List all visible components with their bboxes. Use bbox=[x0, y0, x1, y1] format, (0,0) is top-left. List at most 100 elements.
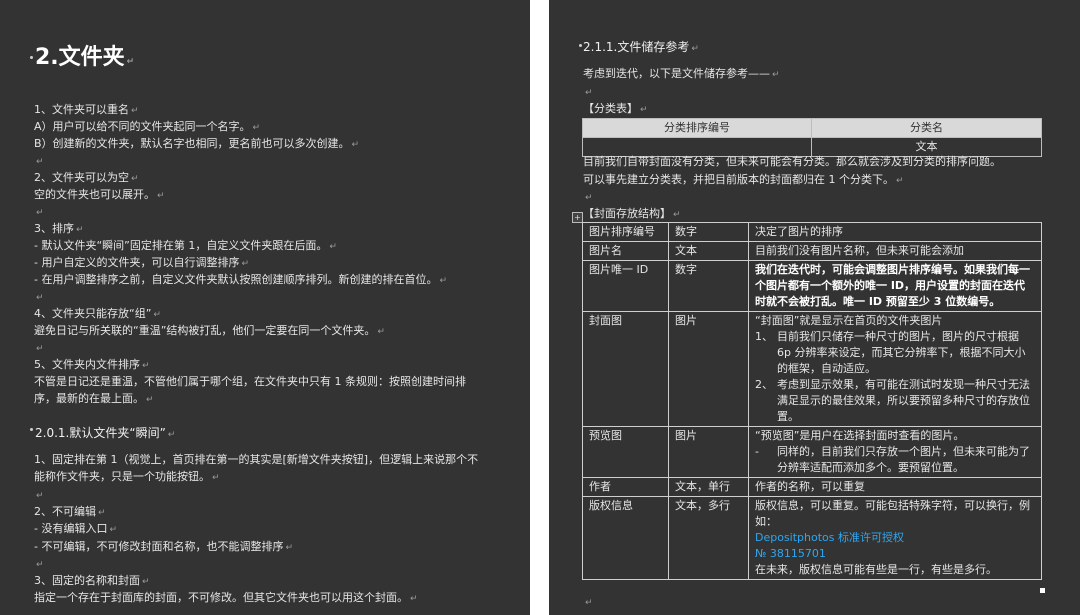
paragraph-mark-icon: ↵ bbox=[153, 310, 161, 320]
body-line[interactable]: 2、不可编辑 ↵ bbox=[34, 504, 106, 521]
list-item: 1、 目前我们只储存一种尺寸的图片，图片的尺寸根据 6p 分辨率来设定，而其它分辨… bbox=[755, 330, 1026, 375]
paragraph-mark-icon: ↵ bbox=[36, 344, 44, 354]
bold-description: 我们在迭代时，可能会调整图片排序编号。如果我们每一个图片都有一个额外的唯一 ID… bbox=[755, 263, 1030, 308]
paragraph-mark-icon: ↵ bbox=[76, 225, 84, 235]
field-type-cell[interactable]: 文本，多行 bbox=[668, 496, 749, 580]
paragraph-mark-icon: ↵ bbox=[285, 542, 294, 553]
body-line[interactable]: B）创建新的文件夹，默认名字也相同，更名前也可以多次创建。 ↵ bbox=[34, 136, 359, 153]
table-row: 图片排序编号 数字 决定了图片的排序 bbox=[582, 222, 1042, 242]
field-type-cell[interactable]: 文本，单行 bbox=[668, 477, 749, 497]
field-type-cell[interactable]: 图片 bbox=[668, 311, 749, 427]
paragraph-mark-icon: ↵ bbox=[36, 559, 44, 570]
body-line[interactable]: 序，最新的在最上面。 ↵ bbox=[34, 391, 154, 408]
body-line[interactable]: 2、文件夹可以为空 ↵ bbox=[34, 170, 139, 187]
body-line[interactable]: A）用户可以给不同的文件夹起同一个名字。 ↵ bbox=[34, 119, 260, 136]
paragraph-mark-icon: ↵ bbox=[410, 594, 418, 605]
field-name-cell[interactable]: 预览图 bbox=[582, 426, 669, 478]
heading-folder[interactable]: 2.文件夹 ↵ bbox=[35, 44, 134, 76]
cover-label[interactable]: 【封面存放结构】 ↵ bbox=[583, 206, 681, 223]
paragraph-mark-icon: ↵ bbox=[329, 242, 337, 252]
paragraph-mark-icon: ↵ bbox=[36, 157, 44, 167]
category-note-line[interactable]: 可以事先建立分类表，并把目前版本的封面都归在 1 个分类下。 ↵ bbox=[583, 172, 904, 189]
body-line[interactable]: - 没有编辑入口 ↵ bbox=[34, 521, 117, 538]
body-line[interactable]: 3、排序 ↵ bbox=[34, 221, 84, 238]
field-description-cell[interactable]: 决定了图片的排序 bbox=[748, 222, 1042, 242]
field-description-cell[interactable]: “封面图”就是显示在首页的文件夹图片 1、 目前我们只储存一种尺寸的图片，图片的尺寸… bbox=[748, 311, 1042, 427]
table-row: 预览图 图片 “预览图”是用户在选择封面时查看的图片。 - 同样的，目前我们只存放一个图… bbox=[582, 426, 1042, 478]
empty-paragraph[interactable]: ↵ bbox=[34, 556, 44, 573]
field-name-cell[interactable]: 图片排序编号 bbox=[582, 222, 669, 242]
heading-file-storage[interactable]: 2.1.1.文件储存参考 ↵ bbox=[583, 39, 699, 57]
table-resize-handle[interactable] bbox=[1040, 588, 1045, 593]
empty-paragraph[interactable]: ↵ bbox=[34, 340, 44, 357]
empty-paragraph[interactable]: ↵ bbox=[583, 594, 593, 611]
body-line[interactable]: 避免日记与所关联的“重温”结构被打乱，他们一定要在同一个文件夹。 ↵ bbox=[34, 323, 385, 340]
body-line[interactable]: 不管是日记还是重温，不管他们属于哪个组，在文件夹中只有 1 条规则：按照创建时间… bbox=[34, 374, 466, 390]
copyright-link[interactable]: Depositphotos 标准许可授权 bbox=[755, 530, 1035, 546]
field-description-cell[interactable]: “预览图”是用户在选择封面时查看的图片。 - 同样的，目前我们只存放一个图片，但未来… bbox=[748, 426, 1042, 478]
table-row: 图片唯一 ID 数字 我们在迭代时，可能会调整图片排序编号。如果我们每一个图片都有一… bbox=[582, 260, 1042, 312]
paragraph-mark-icon: ↵ bbox=[131, 106, 139, 116]
category-note-line[interactable]: 目前我们自带封面没有分类，但未来可能会有分类。那么就会涉及到分类的排序问题。 bbox=[583, 154, 1001, 170]
field-description-cell[interactable]: 我们在迭代时，可能会调整图片排序编号。如果我们每一个图片都有一个额外的唯一 ID… bbox=[748, 260, 1042, 312]
body-line[interactable]: 5、文件夹内文件排序 ↵ bbox=[34, 357, 150, 374]
field-description-cell[interactable]: 目前我们没有图片名称，但未来可能会添加 bbox=[748, 241, 1042, 261]
body-line[interactable]: - 在用户调整排序之前，自定义文件夹默认按照创建顺序排列。新创建的排在首位。 ↵ bbox=[34, 272, 447, 289]
body-line[interactable]: 空的文件夹也可以展开。 ↵ bbox=[34, 187, 165, 204]
empty-paragraph[interactable]: ↵ bbox=[583, 84, 593, 101]
body-line[interactable]: 1、固定排在第 1（视觉上，首页排在第一的其实是[新增文件夹按钮]，但逻辑上来说… bbox=[34, 452, 478, 468]
category-header-cell[interactable]: 分类名 bbox=[811, 118, 1042, 138]
empty-paragraph[interactable]: ↵ bbox=[583, 189, 593, 206]
paragraph-mark-icon: ↵ bbox=[377, 327, 385, 337]
field-description-cell[interactable]: 版权信息，可以重复。可能包括特殊字符，可以换行，例如： Depositphotos… bbox=[748, 496, 1042, 580]
body-line[interactable]: 3、固定的名称和封面 ↵ bbox=[34, 573, 150, 590]
paragraph-mark-icon: ↵ bbox=[146, 395, 154, 405]
category-header-cell[interactable]: 分类排序编号 bbox=[582, 118, 812, 138]
paragraph-mark-icon: ↵ bbox=[142, 361, 150, 371]
body-line[interactable]: - 默认文件夹“瞬间”固定排在第 1，自定义文件夹跟在后面。 ↵ bbox=[34, 238, 337, 255]
bullet-dot bbox=[30, 56, 33, 59]
body-line[interactable]: - 用户自定义的文件夹，可以自行调整排序 ↵ bbox=[34, 255, 249, 272]
empty-paragraph[interactable]: ↵ bbox=[34, 487, 44, 504]
description-text: “封面图”就是显示在首页的文件夹图片 bbox=[755, 314, 943, 327]
description-text: 作者的名称，可以重复 bbox=[755, 480, 865, 493]
field-name-cell[interactable]: 封面图 bbox=[582, 311, 669, 427]
body-line[interactable]: 指定一个存在于封面库的封面，不可修改。但其它文件夹也可以用这个封面。 ↵ bbox=[34, 590, 418, 607]
field-name-cell[interactable]: 版权信息 bbox=[582, 496, 669, 580]
empty-paragraph[interactable]: ↵ bbox=[34, 153, 44, 170]
field-type-cell[interactable]: 数字 bbox=[668, 260, 749, 312]
paragraph-mark-icon: ↵ bbox=[585, 88, 593, 98]
cover-structure-table[interactable]: 图片排序编号 数字 决定了图片的排序 图片名 文本 目前我们没有图片名称，但未来可能会添加… bbox=[582, 222, 1042, 580]
body-line[interactable]: 能称作文件夹，只是一个功能按钮。 ↵ bbox=[34, 469, 220, 486]
list-item: - 同样的，目前我们只存放一个图片，但未来可能为了分辨率适配而添加多个。要预留位置… bbox=[755, 445, 1030, 474]
paragraph-mark-icon: ↵ bbox=[772, 70, 780, 80]
empty-paragraph[interactable]: ↵ bbox=[34, 204, 44, 221]
field-type-cell[interactable]: 数字 bbox=[668, 222, 749, 242]
intro-text[interactable]: 考虑到迭代，以下是文件储存参考—— ↵ bbox=[583, 66, 780, 83]
field-name-cell[interactable]: 作者 bbox=[582, 477, 669, 497]
paragraph-mark-icon: ↵ bbox=[167, 430, 176, 440]
paragraph-mark-icon: ↵ bbox=[585, 598, 593, 608]
field-description-cell[interactable]: 作者的名称，可以重复 bbox=[748, 477, 1042, 497]
body-line[interactable]: 1、文件夹可以重名 ↵ bbox=[34, 102, 139, 119]
empty-paragraph[interactable]: ↵ bbox=[34, 289, 44, 306]
paragraph-mark-icon: ↵ bbox=[126, 57, 135, 67]
paragraph-mark-icon: ↵ bbox=[439, 276, 448, 286]
field-type-cell[interactable]: 文本 bbox=[668, 241, 749, 261]
body-line[interactable]: 4、文件夹只能存放“组” ↵ bbox=[34, 306, 161, 323]
category-table[interactable]: 分类排序编号 分类名 文本 bbox=[582, 118, 1042, 157]
paragraph-mark-icon: ↵ bbox=[252, 123, 261, 133]
field-name-cell[interactable]: 图片名 bbox=[582, 241, 669, 261]
paragraph-mark-icon: ↵ bbox=[640, 105, 648, 115]
paragraph-mark-icon: ↵ bbox=[585, 193, 593, 203]
body-line[interactable]: - 不可编辑，不可修改封面和名称，也不能调整排序 ↵ bbox=[34, 539, 293, 556]
category-label[interactable]: 【分类表】 ↵ bbox=[583, 101, 648, 118]
paragraph-mark-icon: ↵ bbox=[673, 210, 681, 220]
list-item: 2、 考虑到显示效果，有可能在测试时发现一种尺寸无法满足显示的最佳效果，所以要预留… bbox=[755, 378, 1030, 423]
document-page-left: 2.文件夹 ↵ 1、文件夹可以重名 ↵ A）用户可以给不同的文件夹起同一个名字。 ↵ B）… bbox=[0, 0, 530, 615]
paragraph-mark-icon: ↵ bbox=[157, 191, 165, 201]
copyright-number[interactable]: № 38115701 bbox=[755, 546, 1035, 562]
field-name-cell[interactable]: 图片唯一 ID bbox=[582, 260, 669, 312]
field-type-cell[interactable]: 图片 bbox=[668, 426, 749, 478]
heading-default-folder[interactable]: 2.0.1.默认文件夹“瞬间” ↵ bbox=[35, 425, 175, 443]
